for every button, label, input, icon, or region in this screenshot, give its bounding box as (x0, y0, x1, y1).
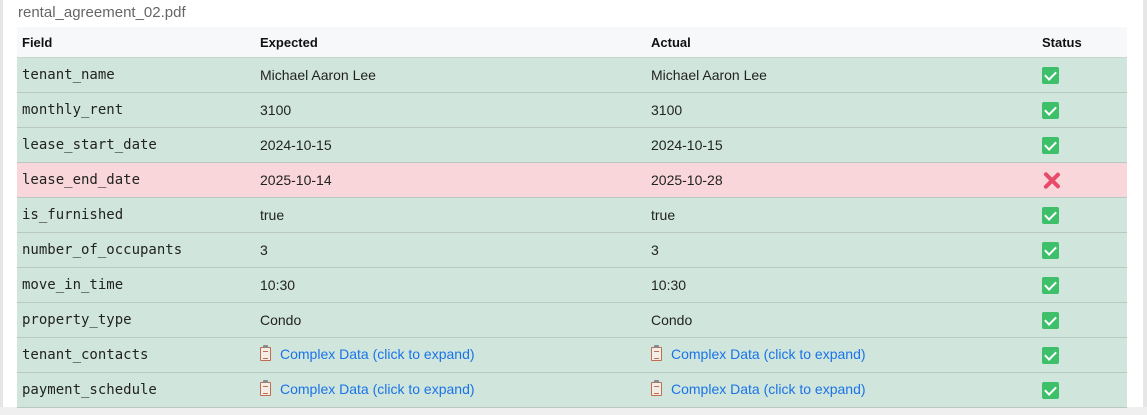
expected-value-cell: Complex Data (click to expand) (255, 372, 646, 408)
status-cell (1037, 267, 1127, 303)
field-name: property_type (17, 302, 255, 338)
clipboard-icon (260, 345, 271, 361)
field-name: is_furnished (17, 197, 255, 233)
table-header-row: Field Expected Actual Status (17, 27, 1127, 58)
field-name: lease_end_date (17, 162, 255, 198)
status-cell (1037, 127, 1127, 163)
field-name: payment_schedule (17, 372, 255, 408)
status-cell (1037, 197, 1127, 233)
status-cell (1037, 372, 1127, 408)
expand-complex-data-link[interactable]: Complex Data (click to expand) (260, 380, 475, 397)
expected-value: true (255, 197, 646, 233)
expand-complex-data-link[interactable]: Complex Data (click to expand) (260, 345, 475, 362)
check-mark-icon (1042, 66, 1059, 84)
complex-data-label: Complex Data (click to expand) (671, 381, 866, 397)
column-header-actual: Actual (646, 27, 1037, 58)
actual-value: 10:30 (646, 267, 1037, 303)
expected-value: 3100 (255, 92, 646, 128)
field-name: number_of_occupants (17, 232, 255, 268)
complex-data-label: Complex Data (click to expand) (671, 346, 866, 362)
expected-value: 2025-10-14 (255, 162, 646, 198)
table-row-mismatch: lease_end_date 2025-10-14 2025-10-28 (17, 162, 1127, 198)
check-mark-icon (1042, 346, 1059, 364)
clipboard-icon (651, 345, 662, 361)
check-mark-icon (1042, 311, 1059, 329)
table-row: move_in_time 10:30 10:30 (17, 267, 1127, 303)
table-row: monthly_rent 3100 3100 (17, 92, 1127, 128)
expected-value: 2024-10-15 (255, 127, 646, 163)
expected-value-cell: Complex Data (click to expand) (255, 337, 646, 373)
column-header-status: Status (1037, 27, 1127, 58)
actual-value-cell: Complex Data (click to expand) (646, 337, 1037, 373)
actual-value: 3 (646, 232, 1037, 268)
table-row: payment_schedule Complex Data (click to … (17, 372, 1127, 408)
column-header-field: Field (17, 27, 255, 58)
check-mark-icon (1042, 276, 1059, 294)
status-cell (1037, 92, 1127, 128)
expected-value: 3 (255, 232, 646, 268)
actual-value: true (646, 197, 1037, 233)
status-cell (1037, 232, 1127, 268)
actual-value: Michael Aaron Lee (646, 57, 1037, 93)
status-cell (1037, 337, 1127, 373)
status-cell (1037, 57, 1127, 93)
status-cell (1037, 162, 1127, 198)
field-name: monthly_rent (17, 92, 255, 128)
actual-value: Condo (646, 302, 1037, 338)
column-header-expected: Expected (255, 27, 646, 58)
table-row: tenant_name Michael Aaron Lee Michael Aa… (17, 57, 1127, 93)
actual-value: 2025-10-28 (646, 162, 1037, 198)
expected-value: Condo (255, 302, 646, 338)
check-mark-icon (1042, 101, 1059, 119)
background-page-edge-bottom (0, 407, 1147, 415)
expected-value: 10:30 (255, 267, 646, 303)
check-mark-icon (1042, 206, 1059, 224)
check-mark-icon (1042, 381, 1059, 399)
field-name: move_in_time (17, 267, 255, 303)
field-name: tenant_name (17, 57, 255, 93)
complex-data-label: Complex Data (click to expand) (280, 346, 475, 362)
complex-data-label: Complex Data (click to expand) (280, 381, 475, 397)
background-scrollbar-track[interactable] (1143, 0, 1147, 415)
table-row: tenant_contacts Complex Data (click to e… (17, 337, 1127, 373)
clipboard-icon (651, 380, 662, 396)
check-mark-icon (1042, 241, 1059, 259)
comparison-table: Field Expected Actual Status tenant_name… (17, 27, 1127, 408)
expected-value: Michael Aaron Lee (255, 57, 646, 93)
cross-mark-icon (1042, 171, 1061, 190)
table-row: number_of_occupants 3 3 (17, 232, 1127, 268)
table-row: is_furnished true true (17, 197, 1127, 233)
actual-value: 2024-10-15 (646, 127, 1037, 163)
expand-complex-data-link[interactable]: Complex Data (click to expand) (651, 345, 866, 362)
check-mark-icon (1042, 136, 1059, 154)
table-row: property_type Condo Condo (17, 302, 1127, 338)
expand-complex-data-link[interactable]: Complex Data (click to expand) (651, 380, 866, 397)
comparison-dialog: rental_agreement_02.pdf Field Expected A… (3, 0, 1143, 408)
status-cell (1037, 302, 1127, 338)
field-name: tenant_contacts (17, 337, 255, 373)
clipboard-icon (260, 380, 271, 396)
table-row: lease_start_date 2024-10-15 2024-10-15 (17, 127, 1127, 163)
actual-value-cell: Complex Data (click to expand) (646, 372, 1037, 408)
field-name: lease_start_date (17, 127, 255, 163)
dialog-title: rental_agreement_02.pdf (18, 4, 186, 21)
actual-value: 3100 (646, 92, 1037, 128)
